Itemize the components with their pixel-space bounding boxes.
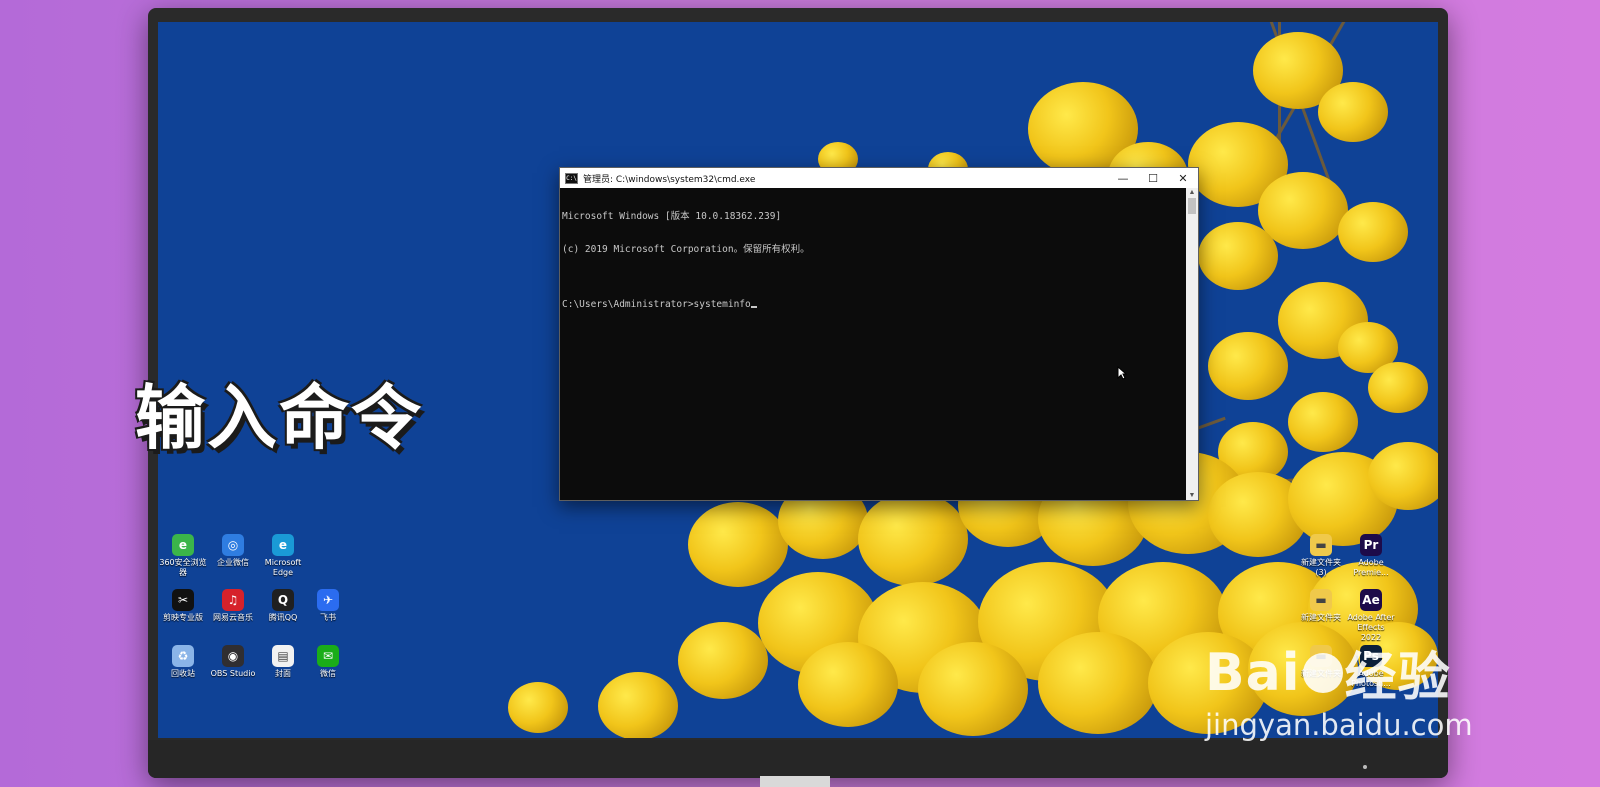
desktop-shortcut[interactable]: ▤ 封面 (258, 645, 308, 679)
shortcut-label: 剪映专业版 (163, 613, 203, 622)
wallpaper-flower (508, 682, 568, 733)
wallpaper-flower (1368, 442, 1438, 510)
shortcut-label: 新建文件夹 (3) (1301, 558, 1341, 577)
wecom-icon: ◎ (222, 534, 244, 556)
baidu-watermark: Bai 经验 jingyan.baidu.com (1205, 635, 1473, 743)
after-effects-icon: Ae (1360, 589, 1382, 611)
cmd-titlebar[interactable]: C:\ 管理员: C:\windows\system32\cmd.exe — ☐… (560, 168, 1198, 188)
shortcut-label: 封面 (275, 669, 291, 678)
watermark-logo-left: Bai (1205, 642, 1301, 703)
desktop-shortcut[interactable]: e Microsoft Edge (258, 534, 308, 578)
wallpaper-flower (858, 492, 968, 586)
scroll-up-arrow-icon[interactable]: ▲ (1186, 188, 1198, 197)
console-output[interactable]: Microsoft Windows [版本 10.0.18362.239] (c… (560, 188, 1186, 500)
desktop-shortcut[interactable]: ◎ 企业微信 (208, 534, 258, 568)
text-cursor (750, 306, 757, 308)
watermark-url: jingyan.baidu.com (1205, 708, 1473, 742)
console-line: Microsoft Windows [版本 10.0.18362.239] (562, 211, 782, 222)
monitor-chin (148, 740, 1448, 778)
monitor-stand (760, 776, 830, 787)
premiere-icon: Pr (1360, 534, 1382, 556)
shortcut-label: 网易云音乐 (213, 613, 253, 622)
shortcut-label: Adobe Premie... (1353, 558, 1389, 577)
mouse-pointer-icon (1117, 366, 1127, 380)
desktop-shortcut[interactable]: ✈ 飞书 (303, 589, 353, 623)
obs-icon: ◉ (222, 645, 244, 667)
netease-music-icon: ♫ (222, 589, 244, 611)
close-button[interactable]: ✕ (1168, 168, 1198, 188)
document-icon: ▤ (272, 645, 294, 667)
desktop-shortcut[interactable]: ◉ OBS Studio (208, 645, 258, 679)
edge-icon: e (272, 534, 294, 556)
scroll-down-arrow-icon[interactable]: ▼ (1186, 491, 1198, 500)
baidu-paw-icon (1302, 652, 1343, 693)
wallpaper-flower (688, 502, 788, 587)
wallpaper-flower (1368, 362, 1428, 413)
feishu-icon: ✈ (317, 589, 339, 611)
desktop-shortcut[interactable]: e 360安全浏览器 (158, 534, 208, 578)
shortcut-label: 腾讯QQ (268, 613, 298, 622)
wallpaper-flower (598, 672, 678, 738)
wallpaper-flower (918, 642, 1028, 736)
shortcut-label: 企业微信 (217, 558, 249, 567)
qq-icon: Q (272, 589, 294, 611)
console-command: C:\Users\Administrator>systeminfo (562, 299, 751, 310)
shortcut-label: 回收站 (171, 669, 195, 678)
console-prompt-line: C:\Users\Administrator>systeminfo (562, 299, 1184, 310)
wallpaper-flower (1208, 332, 1288, 400)
minimize-button[interactable]: — (1108, 168, 1138, 188)
capcut-icon: ✂ (172, 589, 194, 611)
desktop-shortcut[interactable]: Pr Adobe Premie... (1346, 534, 1396, 578)
desktop-shortcut[interactable]: Q 腾讯QQ (258, 589, 308, 623)
shortcut-label: 微信 (320, 669, 336, 678)
wallpaper-flower (1288, 392, 1358, 452)
shortcut-label: 飞书 (320, 613, 336, 622)
maximize-button[interactable]: ☐ (1138, 168, 1168, 188)
overlay-caption: 输入命令 (135, 377, 423, 459)
shortcut-label: OBS Studio (210, 669, 256, 678)
folder-icon: ▬ (1310, 534, 1332, 556)
desktop-shortcut[interactable]: ✂ 剪映专业版 (158, 589, 208, 623)
scroll-thumb[interactable] (1188, 198, 1196, 214)
wallpaper-flower (1338, 202, 1408, 262)
cmd-title: 管理员: C:\windows\system32\cmd.exe (583, 174, 756, 185)
wechat-icon: ✉ (317, 645, 339, 667)
cmd-icon: C:\ (565, 172, 578, 184)
console-line: (c) 2019 Microsoft Corporation。保留所有权利。 (562, 244, 810, 255)
cmd-window[interactable]: C:\ 管理员: C:\windows\system32\cmd.exe — ☐… (559, 167, 1199, 501)
shortcut-label: 新建文件夹 (1301, 613, 1341, 622)
wallpaper-flower (798, 642, 898, 727)
vertical-scrollbar[interactable]: ▲ ▼ (1186, 188, 1198, 500)
shortcut-label: Microsoft Edge (264, 558, 302, 577)
desktop-shortcut[interactable]: ♫ 网易云音乐 (208, 589, 258, 623)
wallpaper-flower (1198, 222, 1278, 290)
recycle-bin-icon: ♻ (172, 645, 194, 667)
folder-icon: ▬ (1310, 589, 1332, 611)
shortcut-label: 360安全浏览器 (159, 558, 207, 577)
wallpaper-flower (1038, 632, 1158, 734)
desktop-shortcut[interactable]: ▬ 新建文件夹 (1296, 589, 1346, 623)
power-indicator (1363, 765, 1367, 769)
desktop-shortcut[interactable]: ▬ 新建文件夹 (3) (1296, 534, 1346, 578)
browser-360-icon: e (172, 534, 194, 556)
wallpaper-flower (1318, 82, 1388, 142)
watermark-logo-right: 经验 (1344, 648, 1451, 708)
wallpaper-flower (678, 622, 768, 699)
desktop-shortcut[interactable]: ✉ 微信 (303, 645, 353, 679)
desktop-shortcut[interactable]: ♻ 回收站 (158, 645, 208, 679)
